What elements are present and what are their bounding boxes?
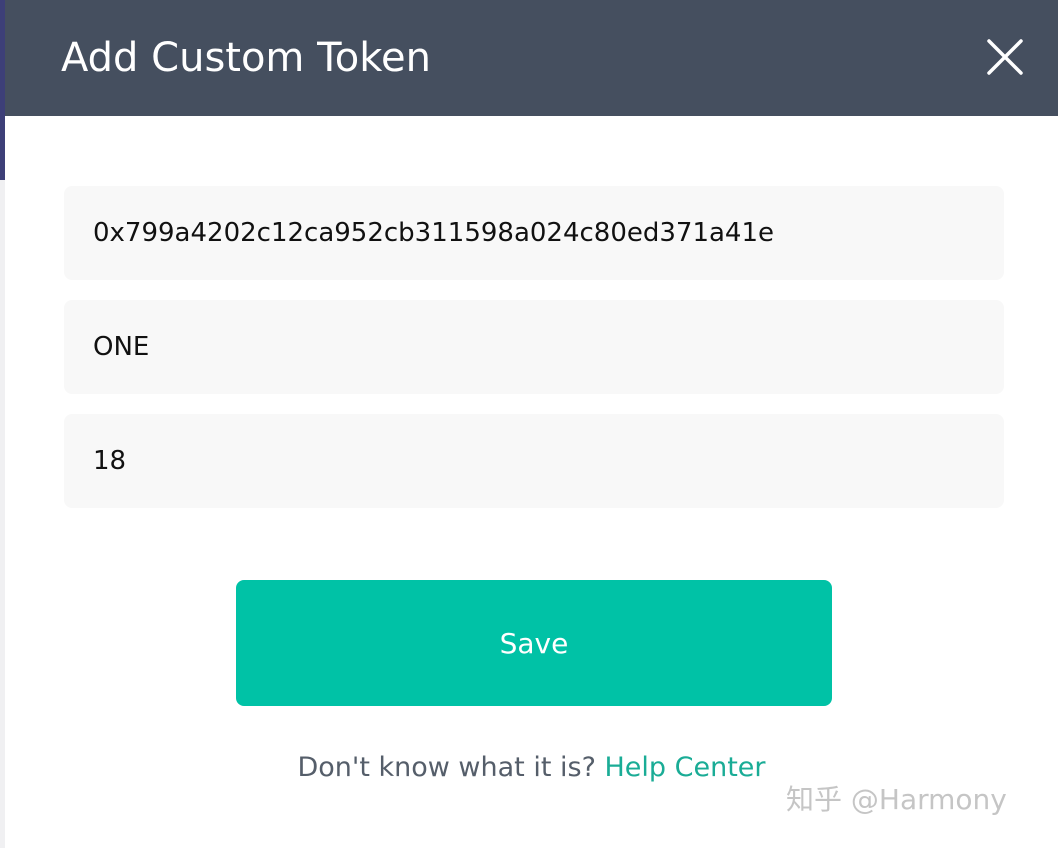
token-address-input[interactable]: [64, 186, 1004, 280]
add-custom-token-modal: Add Custom Token Save Don't know what it…: [5, 0, 1058, 848]
token-symbol-input[interactable]: [64, 300, 1004, 394]
close-icon: [987, 39, 1023, 75]
watermark: 知乎 @Harmony: [786, 783, 1007, 816]
modal-title: Add Custom Token: [61, 35, 431, 81]
save-button[interactable]: Save: [236, 580, 832, 706]
help-center-link[interactable]: Help Center: [605, 752, 766, 783]
close-button[interactable]: [984, 36, 1026, 78]
help-line: Don't know what it is? Help Center: [5, 750, 1058, 786]
token-decimals-input[interactable]: [64, 414, 1004, 508]
modal-header: Add Custom Token: [5, 0, 1058, 116]
help-text: Don't know what it is?: [297, 752, 605, 783]
